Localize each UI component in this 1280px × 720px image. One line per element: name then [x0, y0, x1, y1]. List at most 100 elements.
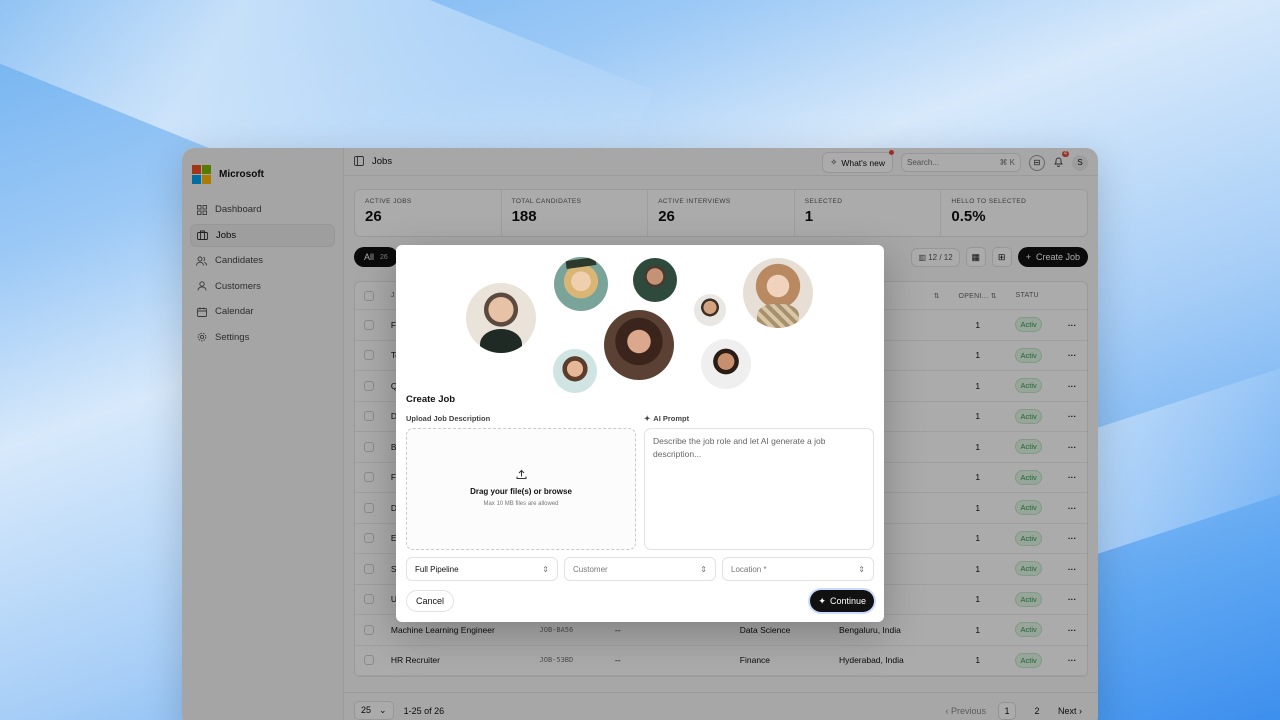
status-badge: Activ: [1015, 622, 1042, 638]
search-input[interactable]: Search... ⌘ K: [901, 153, 1021, 172]
more-actions-icon[interactable]: ···: [1057, 655, 1087, 665]
file-dropzone[interactable]: Drag your file(s) or browse Max 10 MB fi…: [406, 428, 636, 550]
sidebar-item-label: Customers: [215, 280, 261, 292]
job-location: Bengaluru, India: [838, 624, 901, 635]
more-actions-icon[interactable]: ···: [1057, 533, 1087, 543]
create-job-modal: Create Job Upload Job Description ✦ AI P…: [396, 245, 884, 622]
sidebar-nav: Dashboard Jobs Candidates Customers Cale…: [190, 198, 335, 349]
sidebar-item-label: Calendar: [215, 306, 254, 317]
pagination: ‹ Previous 1 2 Next ›: [945, 701, 1082, 720]
filter-count: 26: [380, 253, 388, 261]
filter-all-tab[interactable]: All 26: [354, 247, 398, 267]
stat-total-candidates: TOTAL CANDIDATES 188: [502, 190, 649, 236]
more-actions-icon[interactable]: ···: [1057, 381, 1087, 391]
sort-icon: ⇅: [990, 292, 997, 300]
job-openings: 1: [975, 533, 981, 544]
candidate-avatar-cloud: [396, 245, 884, 395]
row-checkbox[interactable]: [363, 319, 374, 330]
row-checkbox[interactable]: [363, 350, 374, 361]
sidebar-item-dashboard[interactable]: Dashboard: [190, 198, 335, 221]
brand[interactable]: Microsoft: [190, 156, 335, 192]
table-row[interactable]: HR Recruiter JOB-53BD -- Finance Hyderabad, …: [355, 646, 1087, 676]
sidebar-item-calendar[interactable]: Calendar: [190, 300, 335, 323]
columns-toggle-button[interactable]: ▥ 12 / 12: [911, 247, 960, 267]
modal-title: Create Job: [406, 394, 456, 405]
customer-select[interactable]: Customer ⇕: [564, 557, 716, 581]
more-actions-icon[interactable]: ···: [1057, 594, 1087, 604]
row-checkbox[interactable]: [363, 624, 374, 635]
more-actions-icon[interactable]: ···: [1057, 320, 1087, 330]
ai-prompt-label: ✦ AI Prompt: [644, 414, 690, 423]
sidebar-item-label: Candidates: [215, 255, 264, 266]
microsoft-logo-icon: [192, 164, 211, 184]
cancel-button[interactable]: Cancel: [406, 590, 455, 612]
brand-name: Microsoft: [219, 168, 264, 180]
row-checkbox[interactable]: [363, 655, 374, 666]
location-select[interactable]: Location * ⇕: [722, 557, 874, 581]
header-openings[interactable]: OPENI... ⇅: [948, 292, 1008, 300]
status-badge: Activ: [1015, 439, 1042, 455]
row-checkbox[interactable]: [363, 502, 374, 513]
previous-page-button[interactable]: ‹ Previous: [945, 706, 986, 716]
row-checkbox[interactable]: [363, 441, 374, 452]
continue-button[interactable]: ✦ Continue: [810, 590, 874, 612]
select-all-checkbox[interactable]: [363, 290, 374, 301]
notification-badge: 4: [1061, 150, 1069, 157]
row-checkbox[interactable]: [363, 472, 374, 483]
sidebar-item-settings[interactable]: Settings: [190, 326, 335, 349]
status-badge: Activ: [1015, 378, 1042, 394]
sidebar: Microsoft Dashboard Jobs Candidates Cust…: [182, 148, 344, 720]
job-code: JOB-53BD: [539, 656, 574, 665]
row-checkbox[interactable]: [363, 380, 374, 391]
job-location: Hyderabad, India: [838, 655, 904, 666]
toolbar-actions: ▥ 12 / 12 ▦ ⊞ + Create Job: [911, 247, 1088, 267]
job-openings: 1: [975, 380, 981, 391]
more-actions-icon[interactable]: ···: [1057, 625, 1087, 635]
sidebar-item-jobs[interactable]: Jobs: [190, 223, 335, 247]
more-actions-icon[interactable]: ···: [1057, 472, 1087, 482]
stat-active-interviews: ACTIVE INTERVIEWS 26: [648, 190, 795, 236]
status-badge: Activ: [1015, 591, 1042, 607]
bell-icon[interactable]: 4: [1053, 150, 1069, 170]
create-job-button[interactable]: + Create Job: [1017, 247, 1088, 267]
row-checkbox[interactable]: [363, 594, 374, 605]
plus-icon: +: [1025, 252, 1031, 262]
sparkle-icon: ✦: [818, 595, 826, 606]
basket-icon[interactable]: ⊟: [1029, 154, 1045, 171]
grid-view-button[interactable]: ⊞: [991, 247, 1012, 267]
search-shortcut: ⌘ K: [999, 158, 1015, 167]
candidate-photo: [701, 339, 751, 389]
table-footer: 25 ⌄ 1-25 of 26 ‹ Previous 1 2 Next ›: [344, 692, 1098, 720]
whats-new-button[interactable]: ✧ What's new: [822, 150, 894, 173]
upload-icon: [407, 469, 635, 483]
job-department: Finance: [739, 655, 771, 666]
more-actions-icon[interactable]: ···: [1057, 442, 1087, 452]
candidate-photo: [554, 257, 608, 311]
more-actions-icon[interactable]: ···: [1057, 503, 1087, 513]
job-openings: 1: [975, 411, 981, 422]
sidebar-toggle-icon[interactable]: [354, 153, 364, 171]
per-page-select[interactable]: 25 ⌄: [354, 701, 394, 720]
more-actions-icon[interactable]: ···: [1057, 411, 1087, 421]
table-view-button[interactable]: ▦: [965, 247, 986, 267]
page-1-button[interactable]: 1: [997, 701, 1016, 720]
status-badge: Activ: [1015, 347, 1042, 363]
sidebar-item-candidates[interactable]: Candidates: [190, 249, 335, 272]
user-icon: [196, 281, 207, 292]
dropzone-title: Drag your file(s) or browse: [470, 487, 572, 496]
job-title: HR Recruiter: [390, 655, 440, 666]
more-actions-icon[interactable]: ···: [1057, 350, 1087, 360]
row-checkbox[interactable]: [363, 533, 374, 544]
more-actions-icon[interactable]: ···: [1057, 564, 1087, 574]
avatar[interactable]: S: [1072, 154, 1088, 171]
page-2-button[interactable]: 2: [1028, 702, 1046, 720]
pipeline-select[interactable]: Full Pipeline ⇕: [406, 557, 558, 581]
row-checkbox[interactable]: [363, 563, 374, 574]
sidebar-item-label: Dashboard: [215, 204, 262, 215]
next-page-button[interactable]: Next ›: [1058, 706, 1082, 716]
row-checkbox[interactable]: [363, 411, 374, 422]
topbar: Jobs ✧ What's new Search... ⌘ K ⊟ 4 S: [344, 148, 1098, 176]
sidebar-item-customers[interactable]: Customers: [190, 275, 335, 298]
header-status[interactable]: STATU: [1007, 292, 1057, 299]
ai-prompt-textarea[interactable]: Describe the job role and let AI generat…: [644, 428, 874, 550]
